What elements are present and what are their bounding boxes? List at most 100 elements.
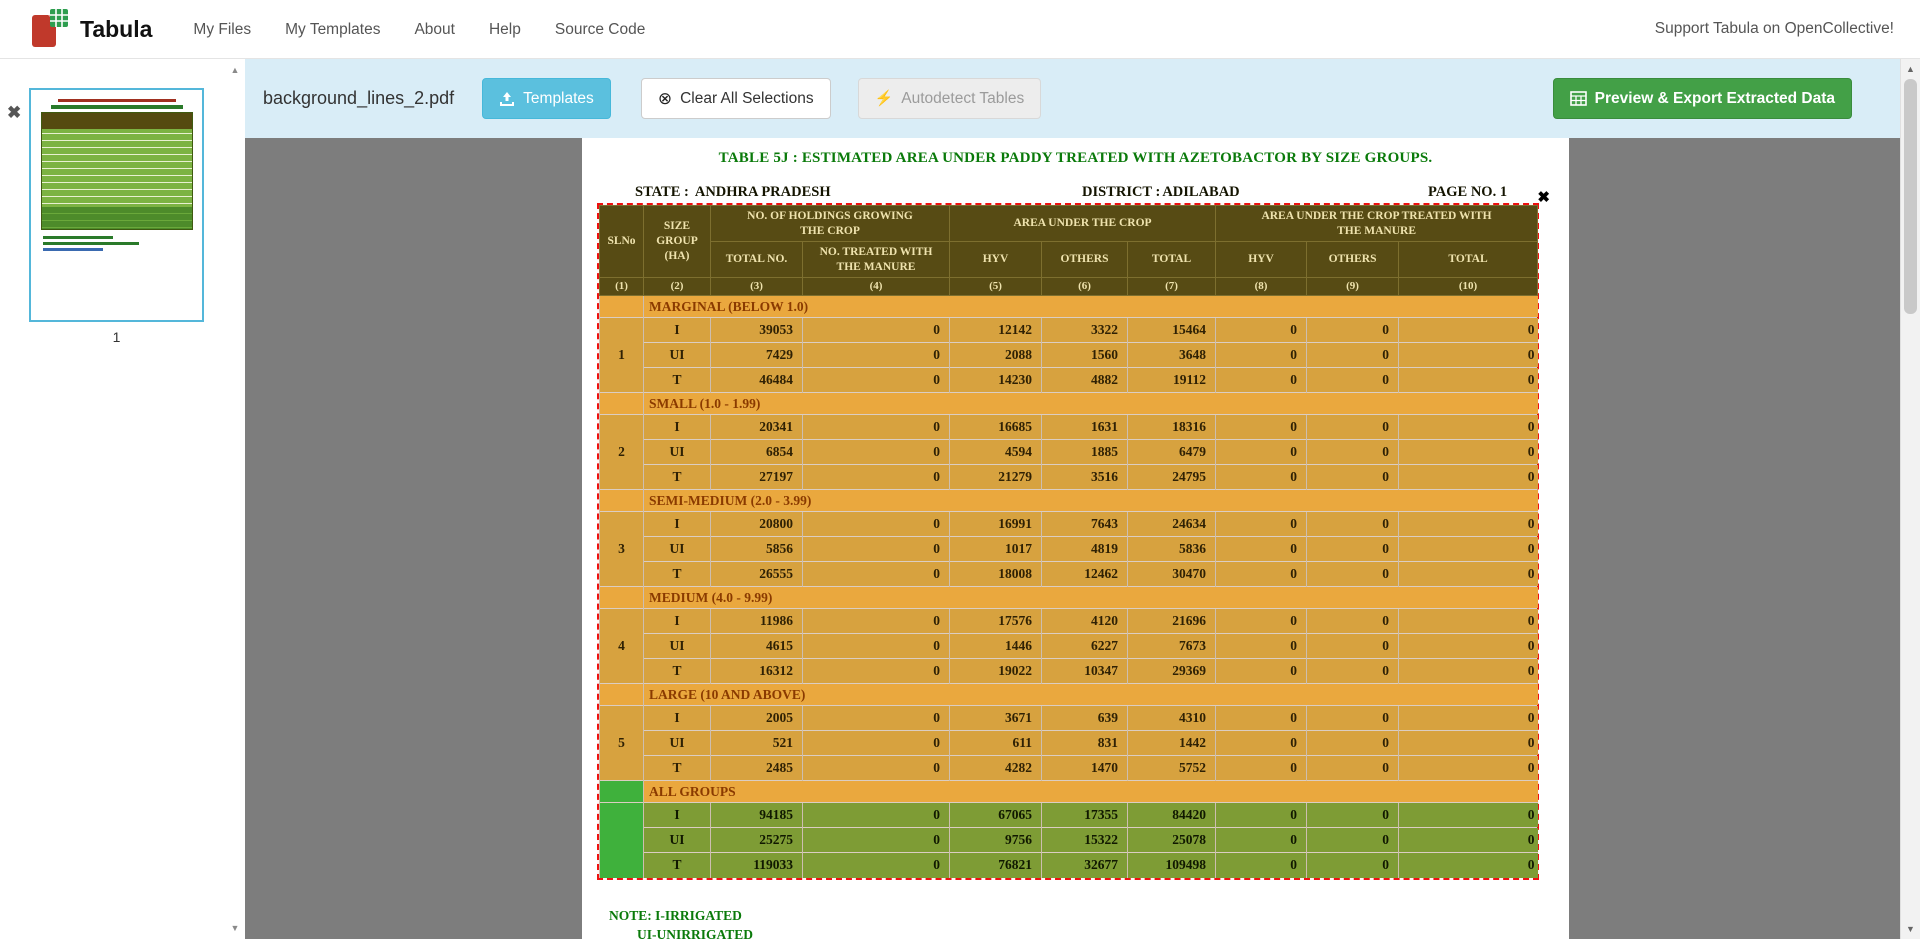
table-cell: 1470	[1042, 756, 1128, 781]
table-cell: 0	[1307, 318, 1399, 343]
table-cell: UI	[644, 537, 711, 562]
scroll-up-icon[interactable]: ▲	[226, 65, 244, 75]
table-cell	[600, 296, 644, 318]
table-cell: 0	[1216, 537, 1307, 562]
table-cell: 0	[1307, 706, 1399, 731]
table-cell: 0	[1307, 803, 1399, 828]
table-cell: 17355	[1042, 803, 1128, 828]
table-cell: 21696	[1128, 609, 1216, 634]
table-cell: 0	[803, 609, 950, 634]
table-cell	[600, 393, 644, 415]
table-cell: 3	[600, 512, 644, 587]
table-cell: 94185	[711, 803, 803, 828]
table-cell: 1442	[1128, 731, 1216, 756]
support-link[interactable]: Support Tabula on OpenCollective!	[1655, 20, 1894, 38]
page-thumbnail[interactable]	[29, 88, 204, 322]
table-cell: 0	[1399, 343, 1538, 368]
section-row: ALL GROUPS	[600, 781, 1538, 803]
header-cell: SLNo	[600, 206, 644, 278]
clear-all-selections-button[interactable]: ⊗ Clear All Selections	[641, 78, 831, 119]
nav-item-about[interactable]: About	[397, 0, 472, 59]
autodetect-tables-button[interactable]: ⚡ Autodetect Tables	[858, 78, 1042, 119]
table-cell: 109498	[1128, 853, 1216, 878]
table-cell: 0	[1307, 562, 1399, 587]
table-cell: 30470	[1128, 562, 1216, 587]
table-row: T24850428214705752000	[600, 756, 1538, 781]
table-cell: T	[644, 659, 711, 684]
circle-x-icon: ⊗	[658, 90, 672, 107]
window-scrollbar[interactable]: ▲ ▼	[1900, 59, 1920, 939]
pdf-table: SLNoSIZE GROUP (HA)NO. OF HOLDINGS GROWI…	[599, 205, 1538, 878]
nav-item-my-templates[interactable]: My Templates	[268, 0, 397, 59]
templates-button[interactable]: Templates	[482, 78, 611, 119]
page-no-label: PAGE NO. 1	[1428, 184, 1507, 201]
navbar: Tabula My Files My Templates About Help …	[0, 0, 1920, 59]
export-button-label: Preview & Export Extracted Data	[1595, 90, 1835, 108]
table-cell: 0	[803, 318, 950, 343]
pdf-note-2: UI-UNIRRIGATED	[637, 927, 753, 939]
table-cell: 0	[1216, 368, 1307, 393]
delete-selection-icon[interactable]: ✖	[1537, 188, 1550, 206]
section-row: SMALL (1.0 - 1.99)	[600, 393, 1538, 415]
table-cell: 3671	[950, 706, 1042, 731]
table-row: T11903307682132677109498000	[600, 853, 1538, 878]
scroll-down-icon[interactable]: ▼	[226, 923, 244, 933]
table-cell: 0	[1399, 537, 1538, 562]
table-cell: 0	[1216, 415, 1307, 440]
table-cell: 84420	[1128, 803, 1216, 828]
thumbnail-note-line	[43, 248, 103, 251]
table-row: 4I11986017576412021696000	[600, 609, 1538, 634]
table-cell: 0	[1399, 609, 1538, 634]
nav-item-my-files[interactable]: My Files	[176, 0, 268, 59]
table-cell: SEMI-MEDIUM (2.0 - 3.99)	[644, 490, 1538, 512]
sidebar-scrollbar[interactable]: ▲ ▼	[226, 59, 244, 939]
autodetect-button-label: Autodetect Tables	[901, 90, 1024, 108]
table-cell: 4282	[950, 756, 1042, 781]
remove-page-icon[interactable]: ✖	[7, 103, 21, 123]
table-cell: 12142	[950, 318, 1042, 343]
table-row: 3I20800016991764324634000	[600, 512, 1538, 537]
table-cell: 25275	[711, 828, 803, 853]
selection-region[interactable]: ✖ SLNoSIZE GROUP (HA)NO. OF HOLDINGS GRO…	[597, 203, 1539, 880]
table-cell: 0	[1399, 706, 1538, 731]
header-cell: NO. OF HOLDINGS GROWING THE CROP	[711, 206, 950, 242]
table-cell: I	[644, 706, 711, 731]
table-cell: 26555	[711, 562, 803, 587]
app-title: Tabula	[80, 16, 152, 43]
table-cell: 0	[1307, 440, 1399, 465]
scroll-up-icon[interactable]: ▲	[1901, 64, 1920, 74]
nav-item-source-code[interactable]: Source Code	[538, 0, 662, 59]
table-cell: 4120	[1042, 609, 1128, 634]
scroll-down-icon[interactable]: ▼	[1901, 924, 1920, 934]
header-cell: (3)	[711, 278, 803, 296]
table-cell: 0	[803, 343, 950, 368]
scrollbar-thumb[interactable]	[1904, 79, 1917, 314]
table-cell: UI	[644, 440, 711, 465]
table-cell: 0	[1216, 343, 1307, 368]
table-cell: 0	[803, 465, 950, 490]
header-cell: (6)	[1042, 278, 1128, 296]
tabula-logo-icon	[30, 7, 70, 51]
table-cell: 1446	[950, 634, 1042, 659]
main-nav: My Files My Templates About Help Source …	[176, 0, 662, 59]
table-cell: 15322	[1042, 828, 1128, 853]
table-row: 1I39053012142332215464000	[600, 318, 1538, 343]
header-cell: (1)	[600, 278, 644, 296]
table-cell: 0	[803, 731, 950, 756]
nav-item-help[interactable]: Help	[472, 0, 538, 59]
thumbnail-note-line	[43, 236, 113, 239]
table-cell: 0	[1216, 803, 1307, 828]
table-cell: 4882	[1042, 368, 1128, 393]
table-cell: 1	[600, 318, 644, 393]
preview-export-button[interactable]: Preview & Export Extracted Data	[1553, 78, 1852, 119]
table-cell: 0	[1399, 512, 1538, 537]
section-row: MEDIUM (4.0 - 9.99)	[600, 587, 1538, 609]
section-row: MARGINAL (BELOW 1.0)	[600, 296, 1538, 318]
table-cell: 11986	[711, 609, 803, 634]
district-value: ADILABAD	[1162, 184, 1239, 200]
table-cell	[600, 684, 644, 706]
table-cell: 0	[1216, 634, 1307, 659]
pdf-page[interactable]: TABLE 5J : ESTIMATED AREA UNDER PADDY TR…	[582, 138, 1569, 939]
table-cell: 0	[1307, 537, 1399, 562]
header-cell: TOTAL	[1399, 242, 1538, 278]
